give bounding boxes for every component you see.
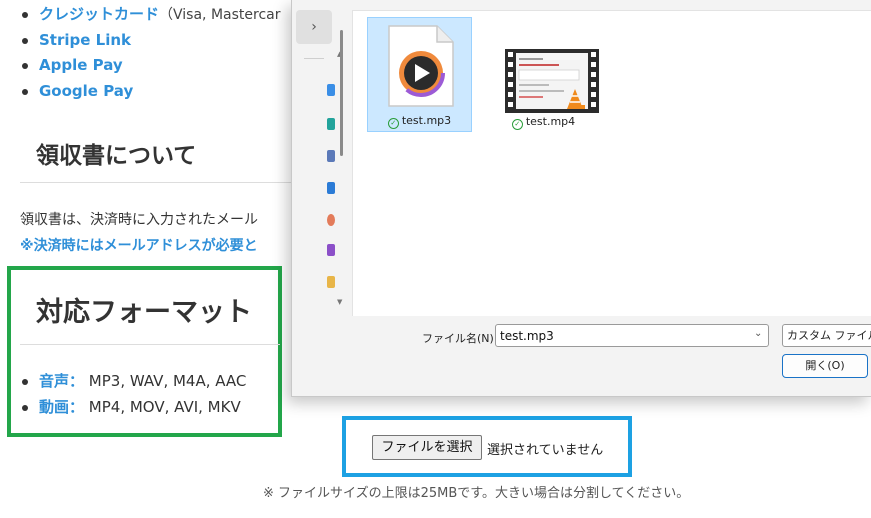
payment-method-link[interactable]: Stripe Link bbox=[39, 31, 131, 49]
file-type-select[interactable]: カスタム ファイル (*. bbox=[782, 324, 871, 347]
audio-file-icon bbox=[388, 25, 454, 107]
open-button[interactable]: 開く(O) bbox=[782, 354, 868, 378]
folder-icon[interactable] bbox=[327, 182, 335, 194]
filename-label: ファイル名(N): bbox=[422, 332, 498, 345]
payment-method-link[interactable]: Google Pay bbox=[39, 82, 133, 100]
divider bbox=[20, 182, 320, 183]
list-item: Stripe Link bbox=[22, 28, 280, 54]
video-file-icon bbox=[505, 49, 599, 113]
scrollbar[interactable] bbox=[340, 30, 343, 156]
format-value: MP4, MOV, AVI, MKV bbox=[88, 398, 241, 416]
sync-status-icon: ✓ bbox=[387, 118, 399, 129]
payment-method-list: クレジットカード（Visa, Mastercar Stripe Link App… bbox=[22, 2, 280, 104]
format-label: 音声： bbox=[39, 372, 85, 390]
file-size-note: ※ ファイルサイズの上限は25MBです。大きい場合は分割してください。 bbox=[263, 486, 690, 501]
file-item-mp3[interactable]: ✓ test.mp3 bbox=[367, 17, 472, 132]
folder-icon[interactable] bbox=[327, 214, 335, 226]
receipt-note: ※決済時にはメールアドレスが必要と bbox=[20, 238, 258, 254]
list-item: クレジットカード（Visa, Mastercar bbox=[22, 2, 280, 28]
folder-icon[interactable] bbox=[327, 150, 335, 162]
folder-icon[interactable] bbox=[327, 276, 335, 288]
sync-status-icon: ✓ bbox=[511, 119, 523, 130]
payment-method-link[interactable]: Apple Pay bbox=[39, 56, 123, 74]
file-item-mp4[interactable]: ✓ test.mp4 bbox=[491, 17, 599, 132]
receipt-text: 領収書は、決済時に入力されたメール bbox=[20, 212, 258, 228]
file-open-dialog: › ▲ ▼ ✓test.mp3 bbox=[291, 0, 871, 397]
payment-method-link[interactable]: クレジットカード bbox=[39, 5, 159, 23]
chevron-down-icon[interactable]: ⌄ bbox=[754, 328, 762, 339]
folder-icon[interactable] bbox=[327, 244, 335, 256]
expand-chevron-icon[interactable]: › bbox=[296, 10, 332, 44]
navigation-pane: › ▲ ▼ bbox=[292, 0, 352, 316]
filename-input[interactable] bbox=[495, 324, 769, 347]
divider bbox=[20, 344, 280, 345]
file-status-text: 選択されていません bbox=[487, 443, 604, 458]
payment-method-note: （Visa, Mastercar bbox=[159, 7, 281, 23]
list-item: Google Pay bbox=[22, 79, 280, 105]
choose-file-button[interactable]: ファイルを選択 bbox=[372, 435, 482, 460]
file-name: test.mp3 bbox=[401, 114, 452, 127]
folder-icon[interactable] bbox=[327, 118, 335, 130]
formats-heading: 対応フォーマット bbox=[36, 297, 252, 328]
dialog-footer: ファイル名(N): ⌄ カスタム ファイル (*. 開く(O) bbox=[292, 316, 871, 396]
folder-icon[interactable] bbox=[327, 84, 335, 96]
file-list: ✓ test.mp3 ✓ test.mp4 bbox=[352, 10, 871, 316]
list-item: 動画： MP4, MOV, AVI, MKV bbox=[22, 394, 246, 420]
receipt-heading: 領収書について bbox=[36, 143, 197, 169]
scroll-down-icon[interactable]: ▼ bbox=[337, 298, 342, 306]
file-name: test.mp4 bbox=[525, 115, 576, 128]
list-item: Apple Pay bbox=[22, 53, 280, 79]
format-label: 動画： bbox=[39, 398, 85, 416]
formats-list: 音声： MP3, WAV, M4A, AAC 動画： MP4, MOV, AVI… bbox=[22, 368, 246, 420]
list-item: 音声： MP3, WAV, M4A, AAC bbox=[22, 368, 246, 394]
divider bbox=[304, 58, 324, 59]
format-value: MP3, WAV, M4A, AAC bbox=[88, 372, 247, 390]
